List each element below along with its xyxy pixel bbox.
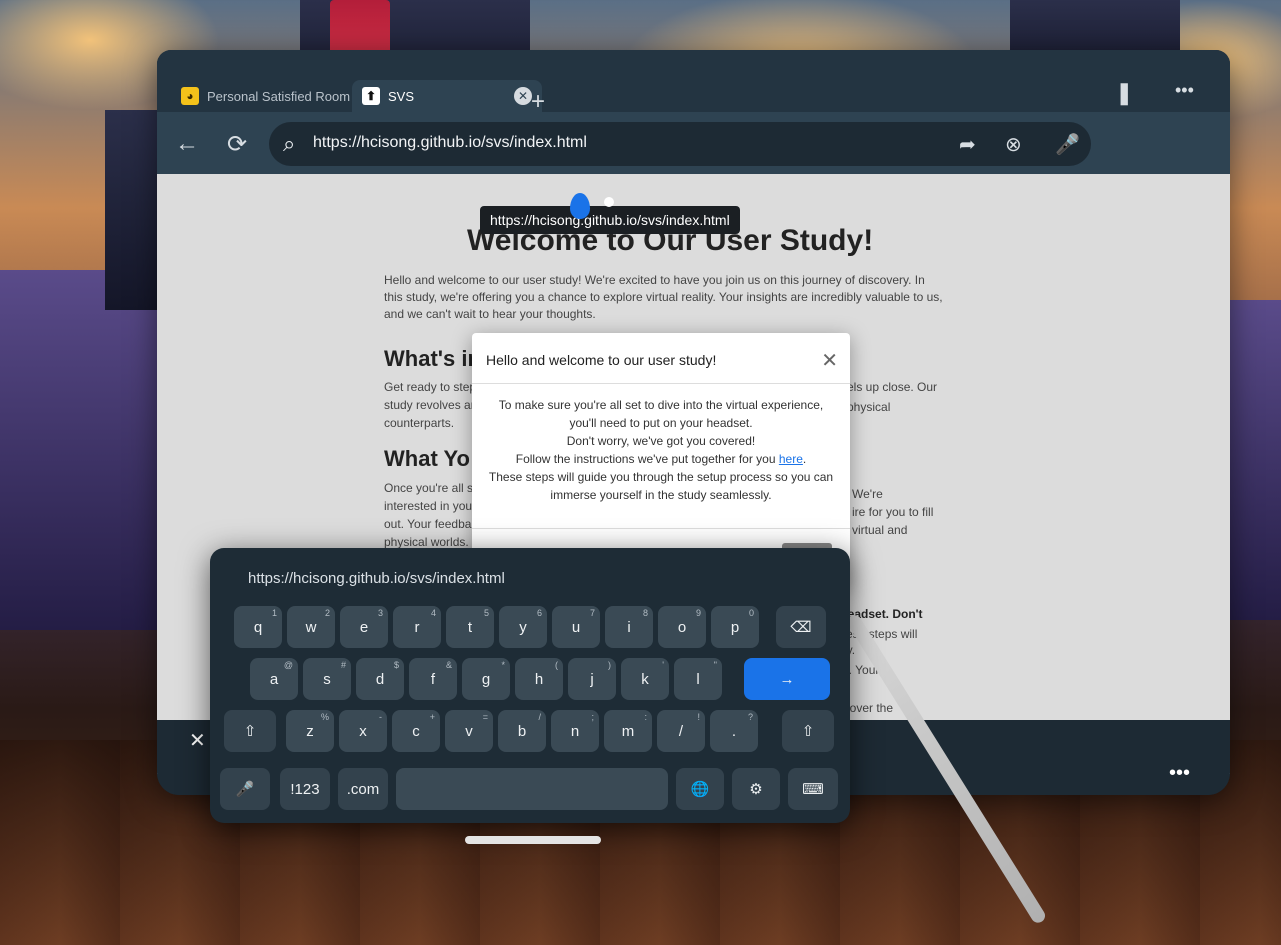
- section-text: ire for you to fill: [852, 505, 934, 519]
- key-n[interactable]: n;: [551, 710, 599, 752]
- space-key[interactable]: [396, 768, 668, 810]
- section-text: Get ready to step: [384, 380, 477, 394]
- address-bar[interactable]: ⌕ https://hcisong.github.io/svs/index.ht…: [269, 122, 1091, 166]
- settings-key[interactable]: ⚙: [732, 768, 780, 810]
- microphone-key[interactable]: 🎤: [220, 768, 270, 810]
- close-tab-icon[interactable]: ✕: [514, 87, 532, 105]
- text-cursor-handle[interactable]: [570, 193, 590, 219]
- enter-key[interactable]: →: [744, 658, 830, 700]
- section-heading: What's in: [384, 346, 481, 371]
- dotcom-key[interactable]: .com: [338, 768, 388, 810]
- dialog-line: To make sure you're all set to dive into…: [498, 398, 824, 412]
- divider: [472, 383, 850, 384]
- key-e[interactable]: e3: [340, 606, 388, 648]
- key-h[interactable]: h(: [515, 658, 563, 700]
- key-r[interactable]: r4: [393, 606, 441, 648]
- backspace-key[interactable]: ⌫: [776, 606, 826, 648]
- reload-icon[interactable]: ⟳: [227, 130, 247, 159]
- home-indicator[interactable]: [465, 836, 601, 844]
- building: [105, 110, 160, 310]
- keyboard-hide-key[interactable]: ⌨: [788, 768, 838, 810]
- key-a[interactable]: a @: [250, 658, 298, 700]
- keyboard-url-preview: https://hcisong.github.io/svs/index.html: [248, 570, 505, 587]
- dialog-line: Don't worry, we've got you covered!: [566, 434, 756, 448]
- pointer-dot: [604, 197, 614, 207]
- address-input[interactable]: https://hcisong.github.io/svs/index.html: [313, 134, 587, 152]
- globe-key[interactable]: 🌐: [676, 768, 724, 810]
- key-f[interactable]: f &: [409, 658, 457, 700]
- more-menu-icon[interactable]: •••: [1175, 80, 1194, 101]
- more-icon[interactable]: •••: [1169, 762, 1190, 785]
- key-l[interactable]: l ": [674, 658, 722, 700]
- section-text: out. Your feedba: [384, 517, 472, 531]
- key-x[interactable]: x-: [339, 710, 387, 752]
- dialog-line: Follow the instructions we've put togeth…: [515, 452, 807, 466]
- numbers-key[interactable]: !123: [280, 768, 330, 810]
- key-u[interactable]: u7: [552, 606, 600, 648]
- intro-paragraph: Hello and welcome to our user study! We'…: [384, 273, 943, 321]
- key-v[interactable]: v =: [445, 710, 493, 752]
- dialog-line: immerse yourself in the study seamlessly…: [550, 488, 772, 502]
- section-text: physical: [847, 400, 891, 414]
- dialog-line: you'll need to put on your headset.: [569, 416, 753, 430]
- section-text: study revolves ar: [384, 398, 475, 412]
- key-slash[interactable]: /!: [657, 710, 705, 752]
- key-j[interactable]: j): [568, 658, 616, 700]
- key-i[interactable]: i8: [605, 606, 653, 648]
- back-icon[interactable]: ←: [175, 130, 199, 158]
- shift-key-right[interactable]: ⇧: [782, 710, 834, 752]
- virtual-keyboard: https://hcisong.github.io/svs/index.html…: [210, 548, 850, 823]
- tab-svs[interactable]: ⬆ SVS ✕: [352, 80, 542, 112]
- section-text: virtual and: [852, 523, 908, 537]
- dialog-title: Hello and welcome to our user study!: [486, 352, 717, 368]
- microphone-icon[interactable]: 🎤: [1055, 132, 1080, 157]
- svs-icon: ⬆: [362, 87, 380, 105]
- section-heading: What Yo: [384, 446, 470, 471]
- key-k[interactable]: k ': [621, 658, 669, 700]
- close-icon[interactable]: ✕: [821, 348, 838, 373]
- close-icon[interactable]: ✕: [189, 728, 206, 753]
- tab-bar: ◕ Personal Satisfied Room ⬆ SVS ✕ + ❚ ••…: [157, 50, 1230, 115]
- key-t[interactable]: t5: [446, 606, 494, 648]
- dog-icon: ◕: [181, 87, 199, 105]
- section-text: We're: [852, 487, 883, 501]
- tab-label: SVS: [388, 88, 415, 104]
- key-c[interactable]: c +: [392, 710, 440, 752]
- key-p[interactable]: p0: [711, 606, 759, 648]
- share-icon[interactable]: ➦: [959, 132, 976, 157]
- key-d[interactable]: d $: [356, 658, 404, 700]
- section-text: interested in you: [384, 499, 473, 513]
- section-text: counterparts.: [384, 416, 455, 430]
- building: [0, 270, 160, 630]
- tab-label: Personal Satisfied Room: [207, 88, 351, 104]
- toolbar: ← ⟳ ⌕ https://hcisong.github.io/svs/inde…: [157, 112, 1230, 174]
- dialog-line: These steps will guide you through the s…: [488, 470, 834, 484]
- url-tooltip: https://hcisong.github.io/svs/index.html: [480, 206, 740, 234]
- clear-icon[interactable]: ⊗: [1005, 132, 1022, 157]
- key-y[interactable]: y6: [499, 606, 547, 648]
- key-b[interactable]: b /: [498, 710, 546, 752]
- bookmark-icon[interactable]: ❚: [1115, 80, 1133, 106]
- key-m[interactable]: m:: [604, 710, 652, 752]
- shift-key[interactable]: ⇧: [224, 710, 276, 752]
- divider: [472, 528, 850, 529]
- section-text: Once you're all se: [384, 481, 480, 495]
- tab-personal-satisfied-room[interactable]: ◕ Personal Satisfied Room: [171, 80, 371, 112]
- instructions-link[interactable]: here: [779, 452, 803, 466]
- key-w[interactable]: w2: [287, 606, 335, 648]
- dialog-body: To make sure you're all set to dive into…: [482, 396, 840, 504]
- key-g[interactable]: g *: [462, 658, 510, 700]
- key-q[interactable]: q1: [234, 606, 282, 648]
- key-o[interactable]: o9: [658, 606, 706, 648]
- key-z[interactable]: z%: [286, 710, 334, 752]
- section-text: els up close. Our: [847, 380, 938, 394]
- search-icon: ⌕: [283, 131, 296, 156]
- key-period[interactable]: .?: [710, 710, 758, 752]
- key-s[interactable]: s #: [303, 658, 351, 700]
